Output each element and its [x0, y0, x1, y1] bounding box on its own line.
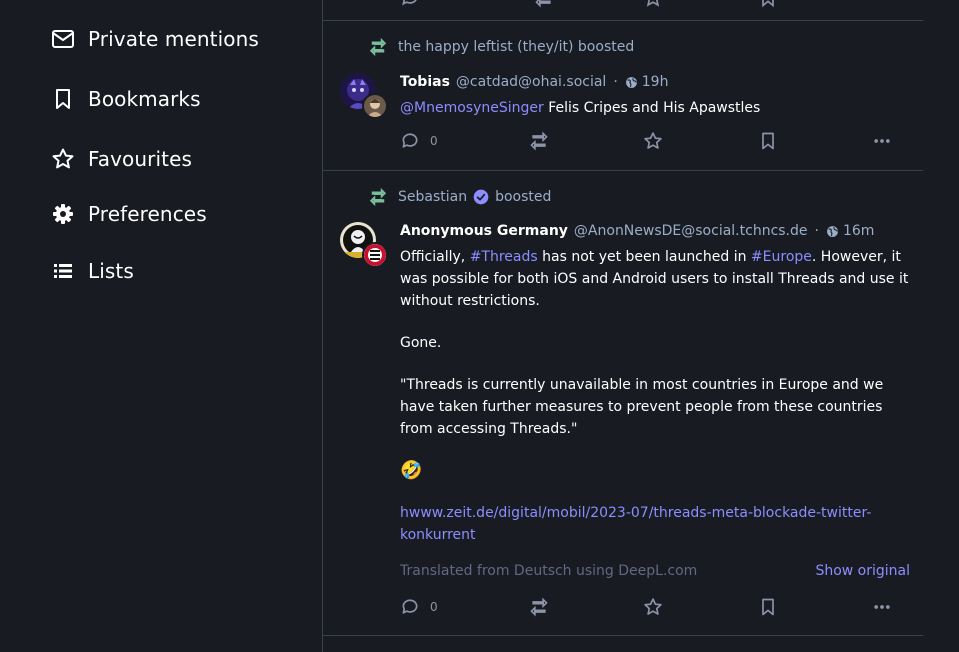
sidebar-item-lists[interactable]: Lists: [50, 251, 134, 291]
reply-button[interactable]: 0: [400, 131, 438, 151]
paragraph: Officially, #Threads has not yet been la…: [400, 246, 910, 312]
ellipsis-icon: [874, 605, 890, 609]
reply-icon: [402, 599, 418, 614]
boost-header: the happy leftist (they/it) boosted: [369, 38, 634, 56]
bookmark-icon[interactable]: [758, 0, 778, 8]
avatar[interactable]: [340, 222, 388, 270]
bookmark-button[interactable]: [758, 131, 778, 151]
external-link[interactable]: hwww.zeit.de/digital/mobil/2023-07/threa…: [400, 505, 871, 543]
sidebar-item-label: Lists: [88, 259, 134, 283]
divider: [323, 20, 923, 21]
hashtag-link[interactable]: #Europe: [751, 249, 812, 265]
status-actions: 0: [400, 597, 910, 621]
gear-icon: [50, 201, 76, 227]
display-name[interactable]: Anonymous Germany: [400, 223, 568, 239]
paragraph: "Threads is currently unavailable in mos…: [400, 377, 884, 437]
translation-note: Translated from Deutsch using DeepL.com: [400, 563, 698, 579]
favourite-icon[interactable]: [643, 0, 663, 8]
status-content: Officially, #Threads has not yet been la…: [400, 246, 910, 546]
more-button[interactable]: [872, 597, 892, 617]
sidebar-item-private-mentions[interactable]: Private mentions: [50, 19, 259, 59]
boost-button[interactable]: [529, 131, 549, 151]
previous-post-actions: [400, 0, 910, 8]
timestamp[interactable]: 16m: [826, 223, 874, 239]
display-name[interactable]: Tobias: [400, 74, 450, 90]
avatar[interactable]: [340, 73, 388, 121]
status-text: has not yet been launched in: [537, 249, 751, 265]
hashtag-link[interactable]: #Threads: [470, 249, 538, 265]
globe-icon: [827, 225, 838, 237]
separator: ·: [814, 223, 819, 239]
reply-icon[interactable]: [400, 0, 420, 8]
boost-icon: [530, 131, 548, 151]
sidebar: Private mentions Bookmarks Favourites Pr…: [0, 0, 322, 652]
favourite-button[interactable]: [643, 597, 663, 617]
sidebar-item-favourites[interactable]: Favourites: [50, 139, 192, 179]
bookmark-icon: [50, 86, 76, 112]
bookmark-icon: [762, 132, 774, 150]
paragraph: Gone.: [400, 335, 442, 351]
emoji: 🤣: [400, 460, 423, 481]
globe-icon: [625, 76, 637, 88]
boosted-label: boosted: [577, 39, 635, 55]
time-label: 19h: [641, 74, 669, 90]
status-header: Anonymous Germany @AnonNewsDE@social.tch…: [400, 223, 874, 239]
sidebar-item-label: Bookmarks: [88, 87, 201, 111]
verified-icon: [473, 189, 489, 205]
boost-header: Sebastian boosted: [369, 188, 551, 206]
bookmark-icon: [762, 598, 774, 616]
divider: [323, 635, 923, 636]
status-header: Tobias @catdad@ohai.social · 19h: [400, 74, 668, 90]
reply-count: 0: [430, 600, 438, 614]
sidebar-item-label: Favourites: [88, 147, 193, 171]
reply-button[interactable]: 0: [400, 597, 438, 617]
list-icon: [50, 258, 76, 284]
timestamp[interactable]: 19h: [625, 74, 669, 90]
booster-name[interactable]: the happy leftist (they/it): [398, 39, 573, 55]
ellipsis-icon: [874, 139, 890, 143]
reply-icon: [402, 133, 418, 148]
sidebar-item-preferences[interactable]: Preferences: [50, 194, 207, 234]
sidebar-item-bookmarks[interactable]: Bookmarks: [50, 79, 201, 119]
status-content: @MnemosyneSinger Felis Cripes and His Ap…: [400, 97, 910, 119]
boost-icon[interactable]: [534, 0, 554, 8]
sidebar-item-label: Private mentions: [88, 27, 259, 51]
star-icon: [644, 132, 662, 149]
bookmark-button[interactable]: [758, 597, 778, 617]
boosted-label: boosted: [495, 189, 552, 205]
show-original-button[interactable]: Show original: [815, 563, 910, 579]
more-button[interactable]: [872, 131, 892, 151]
status-actions: 0: [400, 131, 910, 155]
mention-link[interactable]: @MnemosyneSinger: [400, 100, 544, 116]
favourite-button[interactable]: [643, 131, 663, 151]
star-icon: [644, 598, 662, 615]
boost-button[interactable]: [529, 597, 549, 617]
status-text: Officially,: [400, 249, 470, 265]
account-handle[interactable]: @catdad@ohai.social: [456, 74, 606, 90]
reply-count: 0: [430, 134, 438, 148]
booster-avatar[interactable]: [362, 93, 388, 119]
boost-icon: [369, 188, 387, 206]
status-text: Felis Cripes and His Apawstles: [543, 100, 761, 116]
boost-icon: [369, 38, 387, 56]
separator: ·: [613, 74, 618, 90]
booster-avatar[interactable]: [362, 242, 388, 268]
boost-icon: [530, 597, 548, 617]
time-label: 16m: [842, 223, 875, 239]
right-edge: [923, 0, 959, 652]
divider: [323, 170, 923, 171]
account-handle[interactable]: @AnonNewsDE@social.tchncs.de: [574, 223, 808, 239]
sidebar-item-label: Preferences: [88, 202, 207, 226]
envelope-icon: [50, 26, 76, 52]
timeline-feed: the happy leftist (they/it) boosted Tobi…: [322, 0, 924, 652]
booster-name[interactable]: Sebastian: [398, 189, 467, 205]
star-icon: [50, 146, 76, 172]
translation-bar: Translated from Deutsch using DeepL.com …: [400, 563, 910, 579]
